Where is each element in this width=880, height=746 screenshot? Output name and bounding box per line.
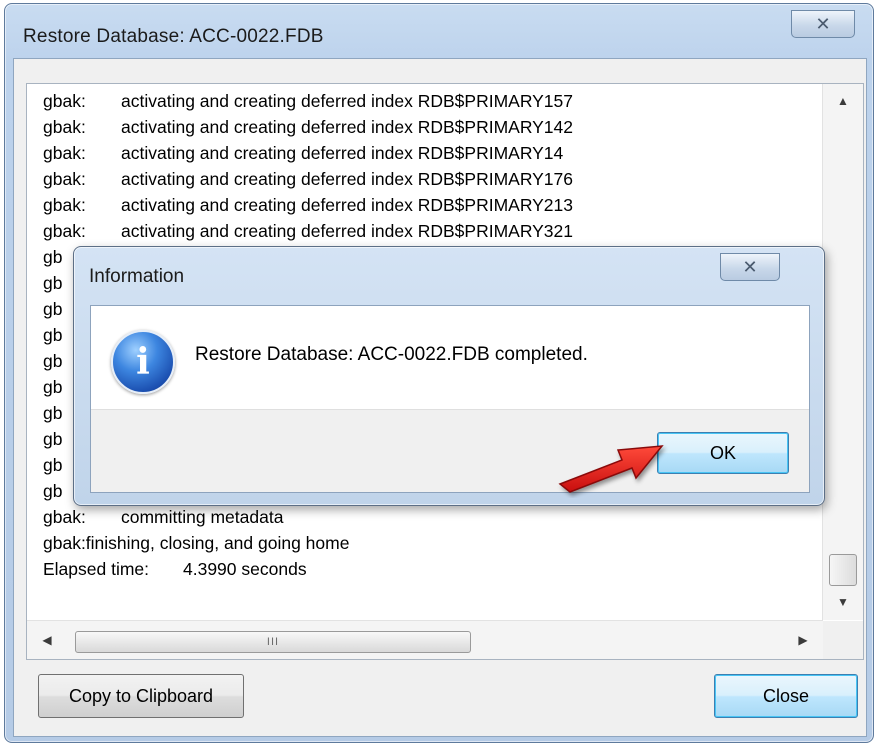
window-close-button[interactable]: ✕ — [791, 10, 855, 38]
log-line-text: activating and creating deferred index R… — [121, 221, 574, 241]
log-line-prefix: gbak:finishing, closing, and going home — [43, 533, 350, 553]
log-line: gbak: activating and creating deferred in… — [43, 218, 819, 244]
window-title: Restore Database: ACC-0022.FDB — [23, 26, 324, 47]
log-line-text: activating and creating deferred index R… — [121, 169, 574, 189]
information-dialog: Information ✕ i Restore Database: ACC-00… — [73, 246, 825, 506]
dialog-message: Restore Database: ACC-0022.FDB completed… — [195, 344, 588, 365]
info-icon: i — [111, 330, 175, 394]
log-line: gbak: activating and creating deferred in… — [43, 114, 819, 140]
close-button[interactable]: Close — [714, 674, 858, 718]
red-arrow-icon — [558, 445, 664, 493]
log-line-prefix: gb — [43, 429, 63, 449]
log-line-text: activating and creating deferred index R… — [121, 91, 574, 111]
horizontal-scroll-thumb[interactable]: III — [75, 631, 471, 653]
close-icon: ✕ — [742, 256, 758, 277]
log-line-prefix: gbak: — [43, 195, 86, 215]
horizontal-scrollbar[interactable]: ◀ III ▶ — [27, 620, 823, 659]
vertical-scrollbar[interactable]: ▲ ▼ — [822, 84, 863, 620]
log-line: gbak: committing metadata — [43, 504, 819, 530]
log-line: gbak: activating and creating deferred in… — [43, 192, 819, 218]
log-line-prefix: gbak: — [43, 143, 86, 163]
log-line-text: activating and creating deferred index R… — [121, 117, 574, 137]
log-line-prefix: gbak: — [43, 221, 86, 241]
dialog-body: i Restore Database: ACC-0022.FDB complet… — [90, 305, 810, 493]
log-line: gbak:finishing, closing, and going home — [43, 530, 819, 556]
scroll-up-arrow-icon[interactable]: ▲ — [823, 88, 863, 114]
log-line-prefix: gb — [43, 403, 63, 423]
log-line-prefix: Elapsed time: — [43, 559, 150, 579]
dialog-title: Information — [89, 266, 185, 287]
info-icon-glyph: i — [136, 341, 150, 383]
log-line-prefix: gb — [43, 273, 63, 293]
scroll-down-arrow-icon[interactable]: ▼ — [823, 589, 863, 615]
log-line-text: activating and creating deferred index R… — [121, 143, 564, 163]
log-line-prefix: gbak: — [43, 117, 86, 137]
log-line-prefix: gb — [43, 455, 63, 475]
log-line-prefix: gb — [43, 325, 63, 345]
scroll-grip: III — [266, 636, 280, 648]
close-icon: ✕ — [815, 13, 831, 34]
log-line-prefix: gbak: — [43, 91, 86, 111]
log-line: gbak: activating and creating deferred in… — [43, 88, 819, 114]
log-line-prefix: gb — [43, 299, 63, 319]
scroll-left-arrow-icon[interactable]: ◀ — [27, 627, 67, 653]
log-line: gbak: activating and creating deferred in… — [43, 140, 819, 166]
log-line-prefix: gb — [43, 377, 63, 397]
log-line: gbak: activating and creating deferred in… — [43, 166, 819, 192]
log-line-prefix: gbak: — [43, 169, 86, 189]
scroll-right-arrow-icon[interactable]: ▶ — [783, 627, 823, 653]
log-line-text: activating and creating deferred index R… — [121, 195, 574, 215]
dialog-close-button[interactable]: ✕ — [720, 253, 780, 281]
log-line-text: committing metadata — [121, 507, 284, 527]
log-line-prefix: gb — [43, 247, 63, 267]
log-line-text: 4.3990 seconds — [183, 559, 307, 579]
log-line-prefix: gb — [43, 481, 63, 501]
copy-to-clipboard-button[interactable]: Copy to Clipboard — [38, 674, 244, 718]
log-line-prefix: gb — [43, 351, 63, 371]
vertical-scroll-thumb[interactable] — [829, 554, 857, 586]
log-line-prefix: gbak: — [43, 507, 86, 527]
log-line: Elapsed time: 4.3990 seconds — [43, 556, 819, 582]
scrollbar-corner — [823, 621, 863, 659]
